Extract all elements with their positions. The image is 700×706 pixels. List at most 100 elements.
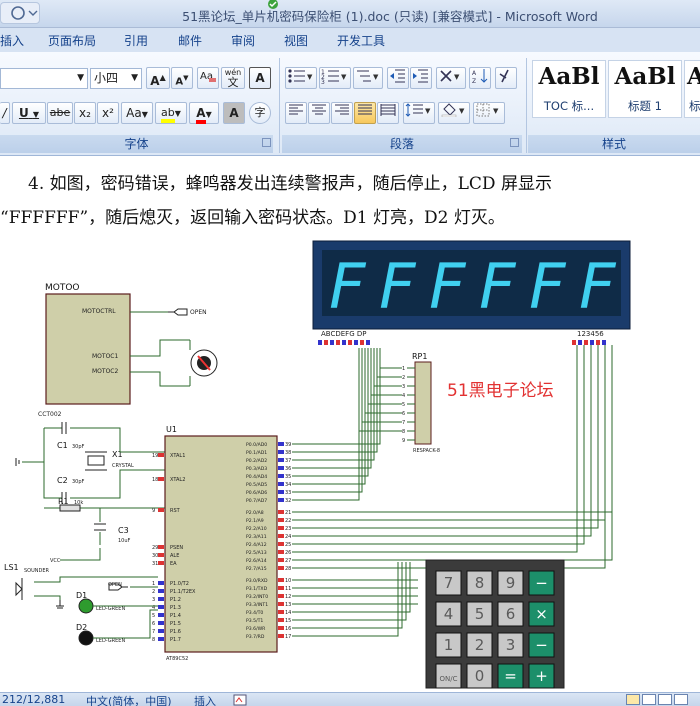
pin: [278, 510, 284, 514]
document-area[interactable]: 4. 如图，密码错误，蜂鸣器发出连续警报声，随后停止，LCD 屏显示 “FFFF…: [0, 157, 700, 692]
font-color-button[interactable]: A▼: [189, 102, 219, 124]
show-marks-button[interactable]: [495, 67, 517, 89]
mcu-pin-num: 28: [285, 566, 291, 572]
mcu-pin-label: P1.4: [170, 613, 181, 619]
clear-format-button[interactable]: Aa: [197, 67, 219, 89]
svg-text:▼: ▼: [425, 107, 431, 115]
mcu-pin-num: 14: [285, 610, 291, 616]
style-heading-1[interactable]: AaBl 标题 1: [608, 60, 682, 118]
style-heading-2[interactable]: AaBl 标: [684, 60, 700, 118]
pin: [278, 534, 284, 538]
grow-font-button[interactable]: A▲: [146, 67, 170, 89]
bus-wire-p0: [292, 348, 360, 501]
pin: [158, 605, 164, 609]
decrease-indent-button[interactable]: [387, 67, 409, 89]
view-buttons[interactable]: [626, 694, 700, 706]
highlight-button[interactable]: ab▼: [155, 102, 187, 124]
superscript-button[interactable]: x²: [97, 102, 119, 124]
reading-layout-icon[interactable]: [642, 694, 656, 705]
pin: [158, 545, 164, 549]
pin: [278, 542, 284, 546]
mcu-pin-label: XTAL2: [170, 477, 185, 483]
pin: [572, 340, 576, 345]
pin: [278, 442, 284, 446]
rp-pin-num: 1: [402, 366, 405, 372]
char-shading-button[interactable]: A: [223, 102, 245, 124]
change-case-button[interactable]: Aa▼: [121, 102, 153, 124]
borders-button[interactable]: ▼: [473, 102, 505, 124]
pin: [158, 508, 164, 512]
numbering-button[interactable]: 1 2 3 ▼: [319, 67, 351, 89]
line-spacing-button[interactable]: ▼: [403, 102, 435, 124]
enclose-char-button[interactable]: 字: [249, 102, 271, 124]
mcu-pin-label: P2.6/A14: [246, 558, 267, 564]
font-size-combo[interactable]: 小四 ▼: [90, 68, 142, 89]
paragraph-mark-icon: [499, 69, 509, 83]
style-toc[interactable]: AaBl TOC 标...: [532, 60, 606, 118]
vcc-label: VCC: [50, 558, 61, 564]
shading-button[interactable]: ▼: [438, 102, 470, 124]
web-layout-icon[interactable]: [658, 694, 672, 705]
mcu-pin-label: ALE: [170, 553, 179, 559]
mcu-pin-num: 35: [285, 474, 291, 480]
distributed-button[interactable]: [377, 102, 399, 124]
pin: [584, 340, 588, 345]
outline-icon[interactable]: [674, 694, 688, 705]
print-layout-icon[interactable]: [626, 694, 640, 705]
strikethrough-button[interactable]: abe: [47, 102, 73, 124]
tab-review[interactable]: 审阅: [231, 32, 255, 49]
sort-button[interactable]: AZ: [469, 67, 491, 89]
bullets-button[interactable]: ▼: [285, 67, 317, 89]
motor-part: CCT002: [38, 411, 62, 418]
line-spacing-icon: ▼: [405, 103, 431, 117]
align-left-button[interactable]: [285, 102, 307, 124]
shrink-font-button[interactable]: A▼: [171, 67, 193, 89]
digit-label: 123456: [577, 330, 604, 338]
mcu-pin-label: P3.6/WR: [246, 626, 266, 632]
mcu-pin-num: 19: [152, 453, 158, 459]
pin: [158, 613, 164, 617]
dialog-launcher-icon[interactable]: [262, 138, 271, 147]
window-title: 51黑论坛_单片机密码保险柜 (1).doc (只读) [兼容模式] - Mic…: [182, 9, 598, 24]
language-indicator[interactable]: 中文(简体，中国): [86, 693, 172, 706]
char-border-button[interactable]: A: [249, 67, 271, 89]
align-right-button[interactable]: [331, 102, 353, 124]
rp-pin-num: 2: [402, 375, 405, 381]
pin: [354, 340, 358, 345]
tab-insert[interactable]: 插入: [0, 32, 24, 49]
ls1-label: LS1: [4, 563, 19, 572]
increase-indent-button[interactable]: [410, 67, 432, 89]
style-sample: AaBl: [538, 63, 600, 90]
subscript-button[interactable]: x₂: [74, 102, 96, 124]
outdent-icon: [390, 69, 405, 83]
tab-view[interactable]: 视图: [284, 32, 308, 49]
keypad-key-label: −: [535, 636, 548, 654]
pin: [342, 340, 346, 345]
mcu-pin-label: P3.4/T0: [246, 610, 263, 616]
tab-mailings[interactable]: 邮件: [178, 32, 202, 49]
word-count[interactable]: 212/12,881: [2, 693, 65, 706]
insert-mode[interactable]: 插入: [194, 693, 216, 706]
justify-button[interactable]: [354, 102, 376, 124]
status-bar: 212/12,881 中文(简体，中国) 插入: [0, 692, 700, 706]
dialog-launcher-icon[interactable]: [510, 138, 519, 147]
phonetic-guide-button[interactable]: wén 文: [221, 67, 245, 89]
mcu-pin-num: 24: [285, 534, 291, 540]
macro-icon[interactable]: [233, 694, 247, 706]
pin: [158, 553, 164, 557]
mcu-pin-num: 8: [152, 637, 155, 643]
multilevel-list-button[interactable]: ▼: [353, 67, 383, 89]
respack-label: RESPACK-8: [413, 448, 440, 454]
open-label: OPEN: [190, 309, 207, 316]
tab-developer[interactable]: 开发工具: [337, 32, 385, 49]
underline-button[interactable]: U ▼: [12, 102, 46, 124]
font-name-combo[interactable]: ▼: [0, 68, 88, 89]
tab-references[interactable]: 引用: [124, 32, 148, 49]
keypad-key-label: 5: [475, 605, 485, 623]
c3-value: 10uF: [118, 538, 131, 544]
asian-layout-button[interactable]: ▼: [436, 67, 466, 89]
align-center-button[interactable]: [308, 102, 330, 124]
tab-page-layout[interactable]: 页面布局: [48, 32, 96, 49]
mcu-pin-num: 5: [152, 613, 155, 619]
italic-button[interactable]: I/: [0, 102, 10, 124]
